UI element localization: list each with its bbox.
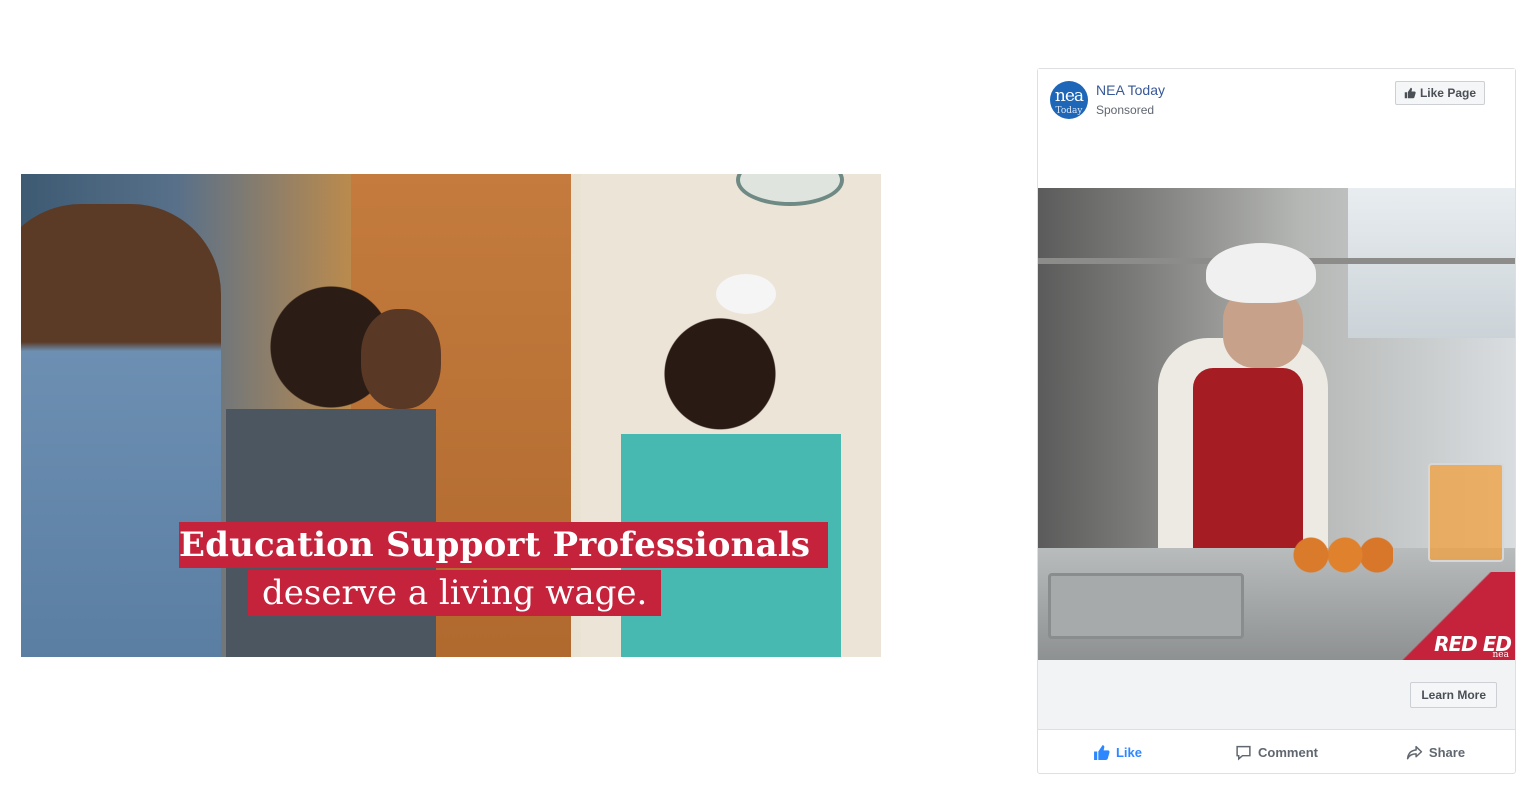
page-avatar[interactable]: nea Today xyxy=(1050,81,1088,119)
thumbs-up-icon xyxy=(1404,87,1416,99)
fruit-container xyxy=(1428,463,1504,562)
thumbs-up-icon xyxy=(1094,744,1110,760)
share-button[interactable]: Share xyxy=(1356,730,1515,774)
avatar-text-bottom: Today xyxy=(1055,106,1083,116)
like-page-button[interactable]: Like Page xyxy=(1394,81,1485,105)
cta-bar: Learn More xyxy=(1038,660,1515,730)
sponsored-post: nea Today NEA Today Sponsored Like Page … xyxy=(1037,68,1516,774)
caption-line-1: Education Support Professionals xyxy=(179,522,829,568)
avatar-text-top: nea xyxy=(1054,86,1084,106)
hairnet xyxy=(1206,243,1316,303)
share-label: Share xyxy=(1428,744,1466,760)
post-video[interactable]: RED ED nea xyxy=(1038,188,1515,660)
like-label: Like xyxy=(1115,744,1142,760)
like-page-label: Like Page xyxy=(1419,86,1476,100)
nea-logo-small: nea xyxy=(1492,650,1510,660)
like-button[interactable]: Like xyxy=(1038,730,1197,774)
sponsored-label[interactable]: Sponsored xyxy=(1096,103,1154,117)
post-header: nea Today NEA Today Sponsored Like Page xyxy=(1038,69,1515,188)
learn-more-button[interactable]: Learn More xyxy=(1410,682,1497,708)
video-caption: Education Support Professionals deserve … xyxy=(21,174,881,657)
red-apron xyxy=(1193,368,1303,578)
comment-label: Comment xyxy=(1258,744,1318,760)
comment-button[interactable]: Comment xyxy=(1197,730,1356,774)
share-icon xyxy=(1406,745,1423,759)
steel-pan xyxy=(1048,573,1244,639)
page-name-link[interactable]: NEA Today xyxy=(1096,82,1165,98)
oranges xyxy=(1293,533,1393,573)
post-actions: Like Comment Share xyxy=(1038,730,1515,774)
caption-line-2: deserve a living wage. xyxy=(248,570,662,616)
comment-icon xyxy=(1236,745,1251,760)
video-frame[interactable]: Education Support Professionals deserve … xyxy=(21,174,881,657)
